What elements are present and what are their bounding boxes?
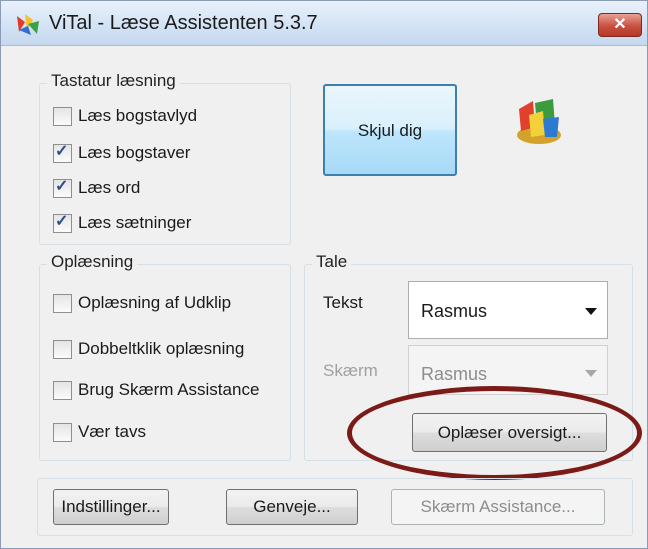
speech-title: Tale — [312, 252, 352, 272]
screen-voice-value: Rasmus — [421, 364, 488, 384]
close-button[interactable]: ✕ — [598, 13, 642, 37]
chevron-down-icon — [585, 308, 597, 315]
hide-button[interactable]: Skjul dig — [323, 84, 457, 176]
text-voice-label: Tekst — [323, 293, 363, 312]
checkbox-box[interactable] — [53, 380, 72, 400]
hide-button-label: Skjul dig — [357, 121, 423, 140]
checkbox-read-letters[interactable]: ✓ Læs bogstaver — [53, 143, 190, 163]
settings-button-label: Indstillinger... — [61, 497, 161, 516]
checkbox-label: Læs ord — [78, 178, 141, 197]
checkbox-read-words[interactable]: ✓ Læs ord — [53, 178, 140, 198]
check-icon: ✓ — [55, 142, 69, 160]
chevron-down-icon — [585, 370, 597, 377]
checkbox-box[interactable]: ✓ — [53, 212, 72, 233]
checkbox-label: Læs bogstavlyd — [78, 106, 198, 125]
checkbox-label: Læs bogstaver — [78, 143, 191, 162]
title-bar[interactable]: ViTal - Læse Assistenten 5.3.7 ✕ — [1, 1, 647, 46]
checkbox-read-sentences[interactable]: ✓ Læs sætninger — [53, 213, 191, 233]
reader-overview-button[interactable]: Oplæser oversigt... — [412, 413, 607, 452]
screen-assistance-label: Skærm Assistance... — [420, 497, 576, 516]
checkbox-box[interactable]: ✓ — [53, 177, 72, 198]
keyboard-reading-title: Tastatur læsning — [47, 71, 180, 91]
checkbox-label: Brug Skærm Assistance — [78, 380, 260, 399]
checkbox-be-silent[interactable]: Vær tavs — [53, 422, 146, 442]
screen-voice-dropdown[interactable]: Rasmus — [408, 345, 608, 395]
read-aloud-title: Oplæsning — [47, 252, 138, 272]
check-icon: ✓ — [55, 212, 69, 230]
reader-overview-label: Oplæser oversigt... — [437, 423, 582, 442]
checkbox-double-click-read[interactable]: Dobbeltklik oplæsning — [53, 339, 244, 359]
checkbox-box[interactable]: ✓ — [53, 142, 72, 163]
checkbox-box[interactable] — [53, 106, 72, 126]
shortcuts-button[interactable]: Genveje... — [226, 489, 358, 525]
text-voice-value: Rasmus — [421, 301, 488, 321]
checkbox-box[interactable] — [53, 339, 72, 359]
screen-assistance-button[interactable]: Skærm Assistance... — [391, 489, 605, 525]
settings-button[interactable]: Indstillinger... — [53, 489, 169, 525]
shortcuts-button-label: Genveje... — [253, 497, 331, 516]
app-logo-icon — [17, 14, 39, 35]
screen-voice-label: Skærm — [323, 361, 378, 380]
app-window: ViTal - Læse Assistenten 5.3.7 ✕ Tastatu… — [0, 0, 648, 549]
checkbox-label: Læs sætninger — [78, 213, 192, 232]
checkbox-box[interactable] — [53, 422, 72, 442]
checkbox-box[interactable] — [53, 293, 72, 313]
checkbox-read-clipboard[interactable]: Oplæsning af Udklip — [53, 293, 231, 313]
close-icon: ✕ — [613, 16, 627, 33]
check-icon: ✓ — [55, 177, 69, 195]
checkbox-label: Oplæsning af Udklip — [78, 293, 232, 312]
checkbox-read-letter-sounds[interactable]: Læs bogstavlyd — [53, 106, 197, 126]
checkbox-label: Dobbeltklik oplæsning — [78, 339, 245, 358]
app-mascot-icon — [517, 99, 561, 144]
checkbox-label: Vær tavs — [78, 422, 147, 441]
checkbox-use-screen-assistance[interactable]: Brug Skærm Assistance — [53, 380, 259, 400]
window-title: ViTal - Læse Assistenten 5.3.7 — [49, 12, 318, 34]
text-voice-dropdown[interactable]: Rasmus — [408, 281, 608, 339]
